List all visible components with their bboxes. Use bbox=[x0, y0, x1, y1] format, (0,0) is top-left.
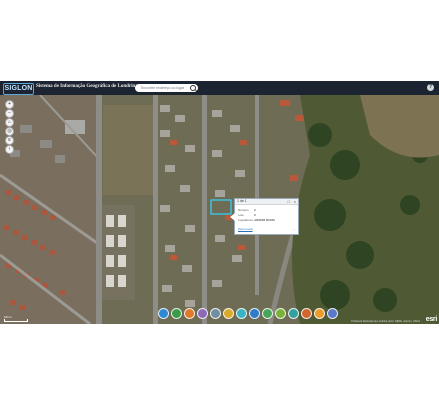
popup-header: 1 de 1 □ × bbox=[235, 199, 298, 205]
close-icon[interactable]: × bbox=[294, 199, 296, 204]
share-tool-button[interactable] bbox=[236, 308, 247, 319]
search-input[interactable] bbox=[141, 84, 189, 92]
search-icon[interactable] bbox=[190, 85, 196, 91]
locate-icon[interactable]: ◎ bbox=[5, 127, 14, 136]
measure-tool-button[interactable] bbox=[171, 308, 182, 319]
field-value: JARDIM ROMA bbox=[254, 218, 275, 222]
zoom-to-link[interactable]: Zoom para bbox=[238, 227, 253, 231]
select-tool-button[interactable] bbox=[288, 308, 299, 319]
help-icon[interactable]: ? bbox=[427, 84, 434, 91]
feature-popup: 1 de 1 □ × Número 0 Lote 0 Logradouro JA… bbox=[230, 198, 299, 235]
field-value: 0 bbox=[254, 213, 256, 217]
layers-tool-button[interactable] bbox=[184, 308, 195, 319]
satellite-imagery bbox=[0, 95, 439, 324]
home-icon[interactable]: ⌂ bbox=[5, 118, 14, 127]
maximize-icon[interactable]: □ bbox=[288, 199, 290, 204]
edit-tool-button[interactable] bbox=[210, 308, 221, 319]
app-window: SIGLON Sistema de Informação Geográfica … bbox=[0, 81, 439, 324]
about-tool-button[interactable] bbox=[327, 308, 338, 319]
settings-tool-button[interactable] bbox=[314, 308, 325, 319]
zoom-out-button[interactable]: − bbox=[5, 109, 14, 118]
field-label: Número bbox=[238, 208, 249, 212]
field-label: Lote bbox=[238, 213, 244, 217]
identify-tool-button[interactable] bbox=[301, 308, 312, 319]
home-tool-button[interactable] bbox=[158, 308, 169, 319]
popup-title: 1 de 1 bbox=[237, 199, 247, 203]
esri-logo: esri bbox=[425, 316, 438, 323]
legend-tool-button[interactable] bbox=[262, 308, 273, 319]
map-view[interactable]: + − ⌂ ◎ ≡ ‹ 1 de 1 □ × Número 0 Lote 0 L… bbox=[0, 95, 439, 324]
map-attribution: Prefeitura Municipal de Londrina | Esri,… bbox=[351, 320, 420, 323]
more-actions-button[interactable]: ... bbox=[292, 227, 295, 231]
field-value: 0 bbox=[254, 208, 256, 212]
scale-bar bbox=[4, 319, 28, 322]
back-icon[interactable]: ‹ bbox=[5, 145, 14, 154]
print-tool-button[interactable] bbox=[223, 308, 234, 319]
zoom-in-button[interactable]: + bbox=[5, 100, 14, 109]
field-label: Logradouro bbox=[238, 218, 254, 222]
query-tool-button[interactable] bbox=[275, 308, 286, 319]
layers-icon[interactable]: ≡ bbox=[5, 136, 14, 145]
app-title: Sistema de Informação Geográfica de Lond… bbox=[36, 84, 138, 89]
draw-tool-button[interactable] bbox=[197, 308, 208, 319]
popup-pointer bbox=[230, 213, 235, 221]
header-bar: SIGLON Sistema de Informação Geográfica … bbox=[0, 81, 439, 95]
search-box[interactable] bbox=[135, 84, 198, 92]
app-logo[interactable]: SIGLON bbox=[3, 83, 34, 95]
bottom-toolbar bbox=[158, 308, 338, 319]
basemap-tool-button[interactable] bbox=[249, 308, 260, 319]
